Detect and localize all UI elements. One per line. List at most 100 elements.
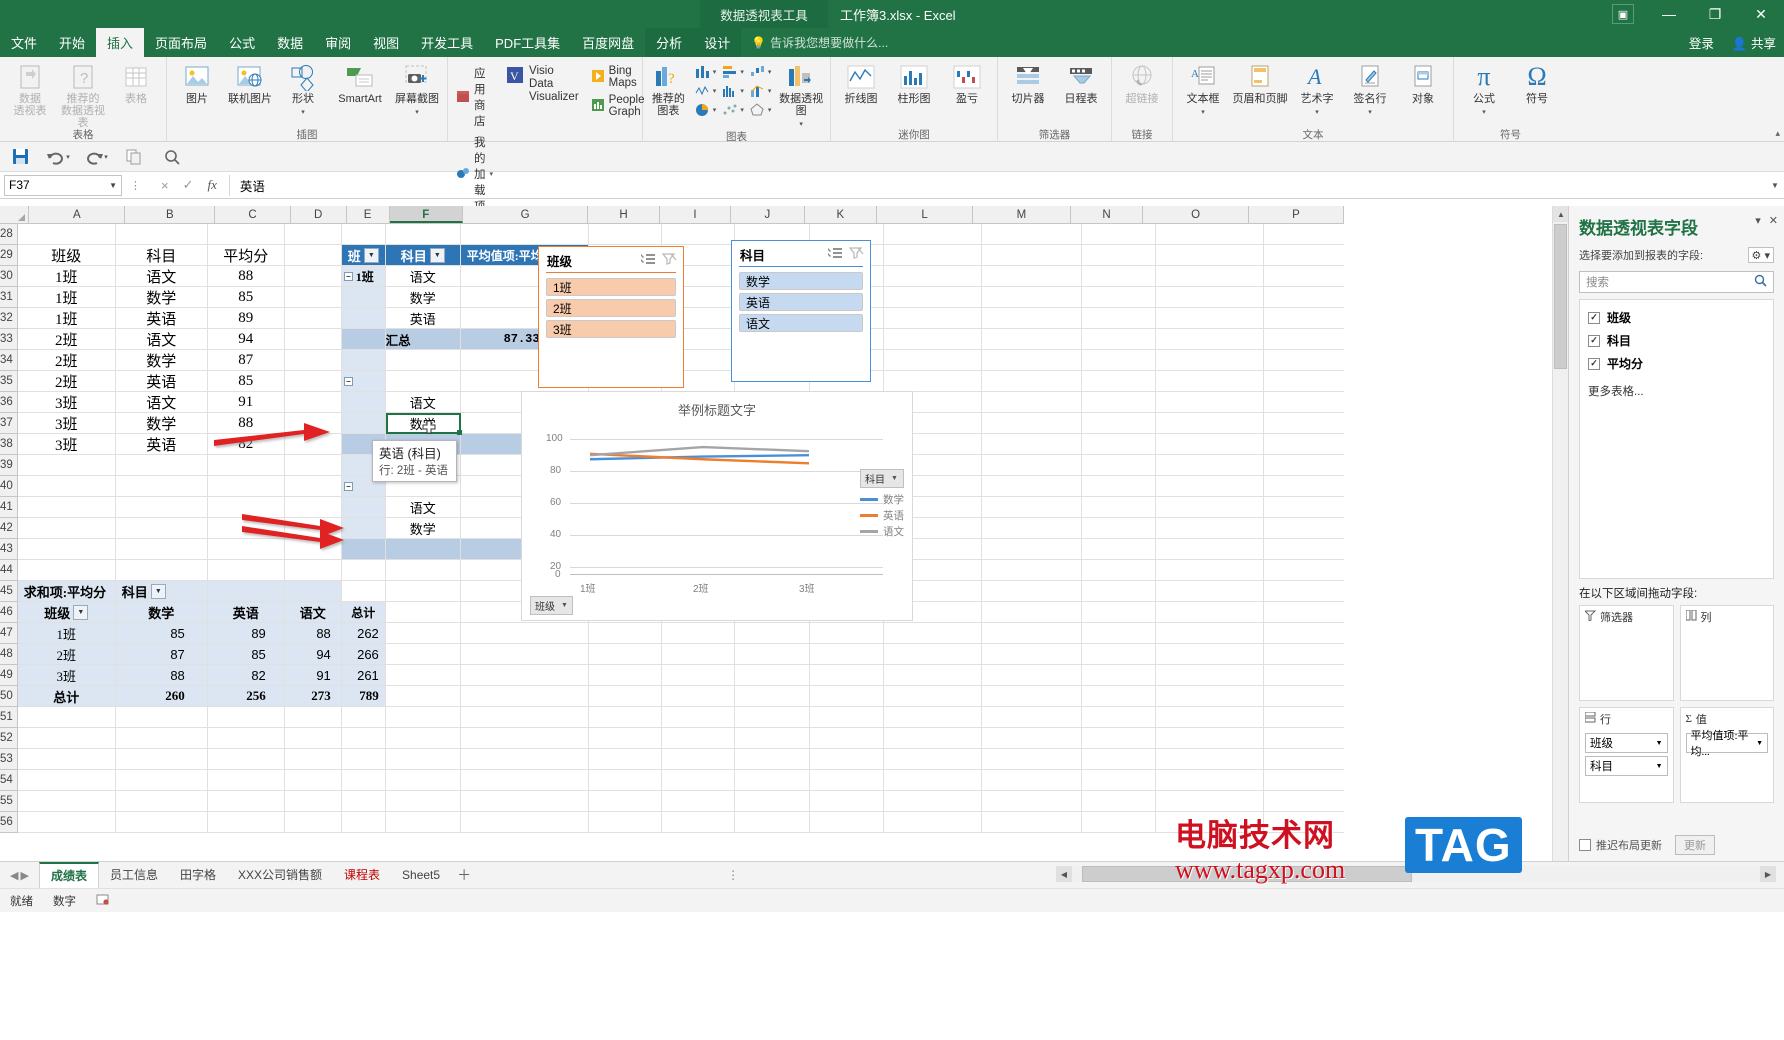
col-header-E[interactable]: E xyxy=(346,206,390,223)
chevron-down-icon[interactable]: ▼ xyxy=(891,475,898,482)
slicer-button[interactable]: 切片器 xyxy=(1002,60,1054,105)
clear-filter-icon[interactable] xyxy=(848,246,864,263)
cell-F36[interactable]: 语文 xyxy=(386,392,460,412)
bp-cell[interactable]: 82 xyxy=(208,665,284,685)
row-header[interactable]: 40 xyxy=(0,476,17,497)
row-header[interactable]: 50 xyxy=(0,686,17,707)
tab-data[interactable]: 数据 xyxy=(266,28,314,57)
screenshot-button[interactable]: 屏幕截图 ▾ xyxy=(391,60,443,119)
bp-cell[interactable]: 3班 xyxy=(18,665,115,685)
close-panel-icon[interactable]: ✕ xyxy=(1769,214,1778,227)
col-header-P[interactable]: P xyxy=(1249,206,1344,223)
slicer-item[interactable]: 数学 xyxy=(739,272,863,290)
pivot-header-class[interactable]: 班 ▼ xyxy=(342,245,385,265)
slicer-subject[interactable]: 科目 数学 英语 语文 xyxy=(731,240,871,382)
cell-F37-selected[interactable]: 数学 xyxy=(386,413,460,433)
cell-C38[interactable]: 82 xyxy=(208,434,284,454)
bp-total-label[interactable]: 总计 xyxy=(18,686,115,706)
save-icon[interactable] xyxy=(8,146,32,168)
row-header[interactable]: 42 xyxy=(0,518,17,539)
cell-C32[interactable]: 89 xyxy=(208,308,284,328)
cell-C37[interactable]: 88 xyxy=(208,413,284,433)
cell-B37[interactable]: 数学 xyxy=(116,413,207,433)
object-button[interactable]: 对象 xyxy=(1397,60,1449,105)
column-chart-button[interactable]: ▾ xyxy=(693,63,719,80)
sparkline-line-button[interactable]: 折线图 xyxy=(835,60,887,105)
cell-C29[interactable]: 平均分 xyxy=(208,245,284,265)
smartart-button[interactable]: SmartArt xyxy=(330,60,390,105)
col-header-C[interactable]: C xyxy=(215,206,291,223)
bp-header-math[interactable]: 数学 xyxy=(116,602,207,622)
symbol-button[interactable]: Ω 符号 xyxy=(1511,60,1563,105)
slicer-item[interactable]: 英语 xyxy=(739,293,863,311)
bp-cell[interactable]: 89 xyxy=(208,623,284,643)
scatter-chart-button[interactable]: ▾ xyxy=(720,101,746,118)
col-header-G[interactable]: G xyxy=(463,206,589,223)
area-rows[interactable]: 行 班级 ▼ 科目 ▼ xyxy=(1579,707,1674,803)
bp-total[interactable]: 273 xyxy=(285,686,341,706)
tab-baidu-netdisk[interactable]: 百度网盘 xyxy=(571,28,645,57)
checkbox-icon[interactable]: ✓ xyxy=(1588,357,1600,370)
tab-view[interactable]: 视图 xyxy=(362,28,410,57)
bp-cell[interactable]: 85 xyxy=(116,623,207,643)
cell-A29[interactable]: 班级 xyxy=(18,245,115,265)
cell-A34[interactable]: 2班 xyxy=(18,350,115,370)
cell-A37[interactable]: 3班 xyxy=(18,413,115,433)
col-header-B[interactable]: B xyxy=(125,206,216,223)
name-box[interactable]: F37 ▼ xyxy=(4,174,122,196)
area-values-item[interactable]: 平均值项:平均... ▼ xyxy=(1685,730,1768,758)
bp-cell[interactable]: 94 xyxy=(285,644,341,664)
sheet-tab-sales[interactable]: XXX公司销售额 xyxy=(227,862,333,889)
slicer-item[interactable]: 2班 xyxy=(546,299,676,317)
slicer-item[interactable]: 1班 xyxy=(546,278,676,296)
sheet-tab-tianzige[interactable]: 田字格 xyxy=(169,862,227,889)
tab-developer[interactable]: 开发工具 xyxy=(410,28,484,57)
row-header[interactable]: 55 xyxy=(0,791,17,812)
col-header-K[interactable]: K xyxy=(804,206,878,223)
row-header[interactable]: 45 xyxy=(0,581,17,602)
pie-chart-button[interactable]: ▾ xyxy=(693,101,719,118)
row-header[interactable]: 31 xyxy=(0,287,17,308)
bp-title[interactable]: 求和项:平均分 xyxy=(18,581,115,601)
pivot-table-button[interactable]: 数据 透视表 xyxy=(4,60,56,117)
row-header[interactable]: 56 xyxy=(0,812,17,833)
recommended-charts-button[interactable]: ? 推荐的 图表 xyxy=(647,60,690,117)
first-sheet-icon[interactable]: ◀ xyxy=(10,869,18,882)
scroll-left-arrow[interactable]: ◀ xyxy=(1056,866,1072,882)
restore-button[interactable]: ❐ xyxy=(1692,0,1738,28)
pivot-header-subject[interactable]: 科目 ▼ xyxy=(386,245,460,265)
filter-button-col-field[interactable]: ▼ xyxy=(150,583,166,599)
cell-F31[interactable]: 数学 xyxy=(386,287,460,307)
col-header-D[interactable]: D xyxy=(290,206,347,223)
recommended-pivot-table-button[interactable]: ? 推荐的 数据透视表 xyxy=(57,60,109,129)
confirm-formula-icon[interactable]: ✓ xyxy=(183,177,194,193)
row-header[interactable]: 46 xyxy=(0,602,17,623)
tab-analyze[interactable]: 分析 xyxy=(645,28,694,57)
slicer-class[interactable]: 班级 1班 2班 3班 xyxy=(538,246,684,388)
row-header[interactable]: 35 xyxy=(0,371,17,392)
area-columns[interactable]: 列 xyxy=(1679,605,1774,701)
row-header[interactable]: 44 xyxy=(0,560,17,581)
col-header-A[interactable]: A xyxy=(29,206,126,223)
tab-file[interactable]: 文件 xyxy=(0,28,48,57)
vertical-scrollbar[interactable]: ▲ xyxy=(1552,206,1569,861)
cell-A31[interactable]: 1班 xyxy=(18,287,115,307)
pivot-chart-button[interactable]: 数据透视图 ▾ xyxy=(776,60,826,131)
more-tables-link[interactable]: 更多表格... xyxy=(1580,375,1773,407)
redo-icon[interactable]: ▾ xyxy=(84,146,108,168)
ribbon-collapse-icon[interactable]: ▴ xyxy=(1775,128,1780,139)
field-item-class[interactable]: ✓ 班级 xyxy=(1580,306,1773,329)
chevron-down-icon[interactable]: ▼ xyxy=(1656,739,1663,747)
cell-A33[interactable]: 2班 xyxy=(18,329,115,349)
stock-chart-button[interactable]: ▾ xyxy=(693,82,719,99)
insert-function-icon[interactable]: fx xyxy=(208,177,217,193)
sheet-menu-icon[interactable]: ⋮ xyxy=(727,868,739,882)
cell-F35[interactable] xyxy=(386,371,460,391)
bp-row-field[interactable]: 班级 ▼ xyxy=(18,602,115,622)
slicer-item[interactable]: 语文 xyxy=(739,314,863,332)
tab-pdf-tools[interactable]: PDF工具集 xyxy=(484,28,571,57)
scroll-right-arrow[interactable]: ▶ xyxy=(1760,866,1776,882)
cell-A30[interactable]: 1班 xyxy=(18,266,115,286)
col-header-O[interactable]: O xyxy=(1143,206,1250,223)
bp-header-english[interactable]: 英语 xyxy=(208,602,284,622)
